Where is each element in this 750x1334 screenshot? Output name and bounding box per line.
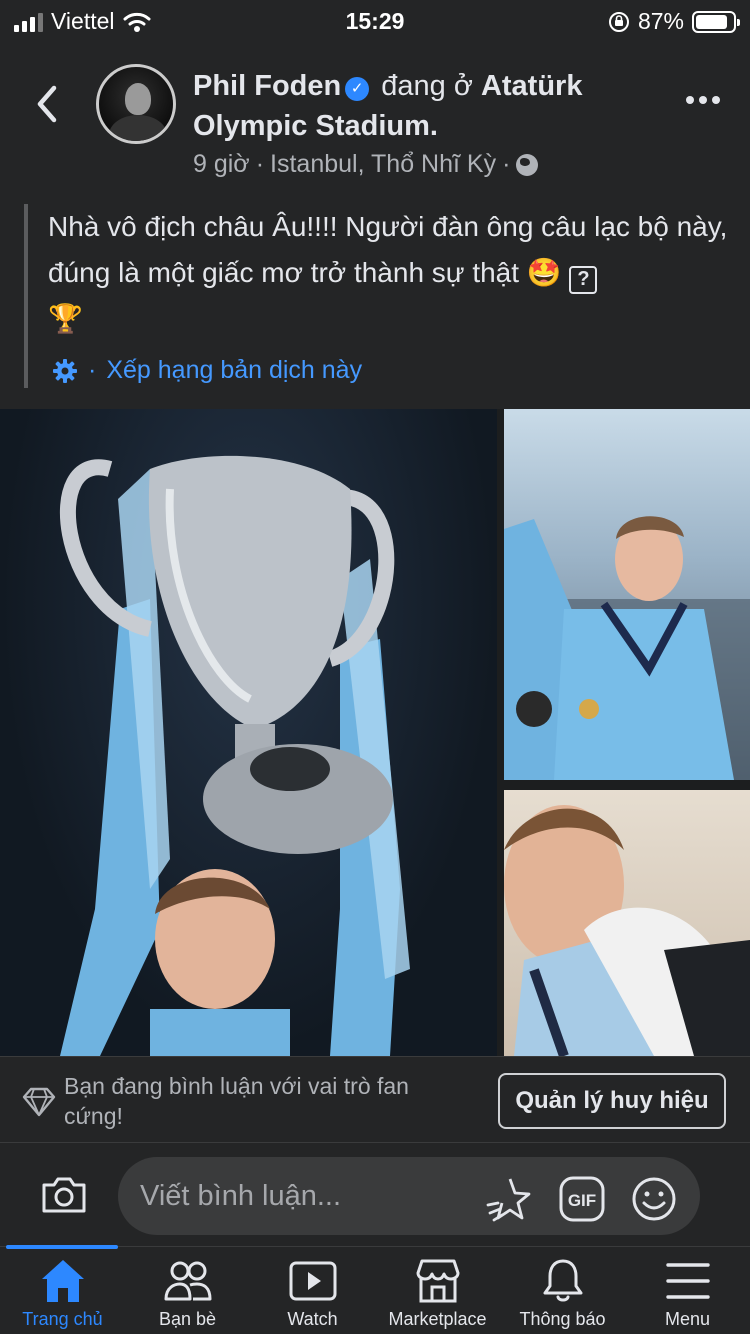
photo-childhood[interactable] xyxy=(504,790,750,1056)
fan-badge-bar: Bạn đang bình luận với vai trò fan cứng!… xyxy=(0,1056,750,1142)
status-bar: Viettel 15:29 87% xyxy=(0,0,750,44)
status-right: 87% xyxy=(608,8,740,35)
post-meta: 9 giờ · Istanbul, Thổ Nhĩ Kỳ · xyxy=(193,150,539,179)
tab-notifications[interactable]: Thông báo xyxy=(500,1247,625,1334)
battery-icon xyxy=(692,10,740,33)
globe-icon xyxy=(516,153,539,176)
photo-celebration-illustration xyxy=(504,516,750,780)
bottom-tab-bar: Trang chủ Bạn bè Watch Marketplace Thông… xyxy=(0,1245,750,1334)
tab-home[interactable]: Trang chủ xyxy=(0,1247,125,1334)
photo-grid xyxy=(0,409,750,1056)
rate-translation-link[interactable]: · Xếp hạng bản dịch này xyxy=(52,356,362,385)
orientation-lock-icon xyxy=(608,11,629,32)
battery-level xyxy=(696,14,728,29)
photo-trophy-lift[interactable] xyxy=(0,409,497,1056)
avatar-sticker-icon[interactable] xyxy=(484,1175,532,1223)
location-name-line1[interactable]: Atatürk xyxy=(481,70,583,102)
location-name-line2[interactable]: Olympic Stadium. xyxy=(193,110,438,142)
marketplace-icon xyxy=(416,1259,459,1303)
post-title: Phil Foden ✓ đang ở Atatürk Olympic Stadi… xyxy=(193,66,663,146)
post-place: Istanbul, Thổ Nhĩ Kỳ xyxy=(270,150,497,178)
trophy-emoji-icon: 🏆 xyxy=(48,303,83,334)
tab-watch[interactable]: Watch xyxy=(250,1247,375,1334)
tab-marketplace-label: Marketplace xyxy=(388,1309,487,1329)
battery-percent: 87% xyxy=(637,8,684,34)
emoji-icon[interactable] xyxy=(630,1175,678,1223)
unknown-glyph-icon: ? xyxy=(569,266,598,294)
post-body: Nhà vô địch châu Âu!!!! Người đàn ông câ… xyxy=(24,204,734,388)
gif-icon[interactable]: GIF xyxy=(558,1175,606,1223)
diamond-badge-icon xyxy=(22,1087,56,1117)
avatar[interactable] xyxy=(96,64,176,144)
gear-icon xyxy=(53,358,77,383)
more-options-button[interactable] xyxy=(686,96,720,104)
comment-composer: GIF xyxy=(0,1142,750,1246)
photo-trophy-lift-illustration xyxy=(59,455,410,1056)
menu-icon xyxy=(665,1263,710,1299)
friends-icon xyxy=(164,1261,211,1301)
tab-menu[interactable]: Menu xyxy=(625,1247,750,1334)
tab-friends[interactable]: Bạn bè xyxy=(125,1247,250,1334)
comment-input[interactable] xyxy=(118,1157,700,1235)
tab-home-label: Trang chủ xyxy=(22,1309,103,1329)
photo-childhood-illustration xyxy=(504,805,750,1056)
verified-badge-icon: ✓ xyxy=(345,77,370,101)
back-button[interactable] xyxy=(28,82,68,126)
rate-translation-label[interactable]: Xếp hạng bản dịch này xyxy=(106,356,362,385)
svg-text:GIF: GIF xyxy=(568,1191,596,1210)
fan-badge-text: Bạn đang bình luận với vai trò fan cứng! xyxy=(64,1073,409,1129)
tab-notifications-label: Thông báo xyxy=(519,1309,606,1329)
home-icon xyxy=(41,1260,84,1302)
tab-menu-label: Menu xyxy=(664,1309,711,1329)
author-name[interactable]: Phil Foden xyxy=(193,70,341,102)
tab-friends-label: Bạn bè xyxy=(158,1309,217,1329)
tab-watch-label: Watch xyxy=(287,1309,338,1329)
post-time[interactable]: 9 giờ xyxy=(193,150,250,179)
bell-icon xyxy=(543,1259,582,1302)
camera-icon[interactable] xyxy=(40,1175,88,1215)
manage-badges-button[interactable]: Quản lý huy hiệu xyxy=(498,1073,726,1129)
star-struck-emoji-icon: 🤩 xyxy=(526,257,562,288)
watch-icon xyxy=(289,1261,336,1301)
post-caption: Nhà vô địch châu Âu!!!! Người đàn ông câ… xyxy=(48,204,734,342)
photo-celebration[interactable] xyxy=(504,409,750,780)
tab-marketplace[interactable]: Marketplace xyxy=(375,1247,500,1334)
location-prefix: đang ở xyxy=(381,70,473,102)
caption-text: Nhà vô địch châu Âu!!!! Người đàn ông câ… xyxy=(48,211,728,288)
post-header: Phil Foden ✓ đang ở Atatürk Olympic Stadi… xyxy=(0,60,750,190)
